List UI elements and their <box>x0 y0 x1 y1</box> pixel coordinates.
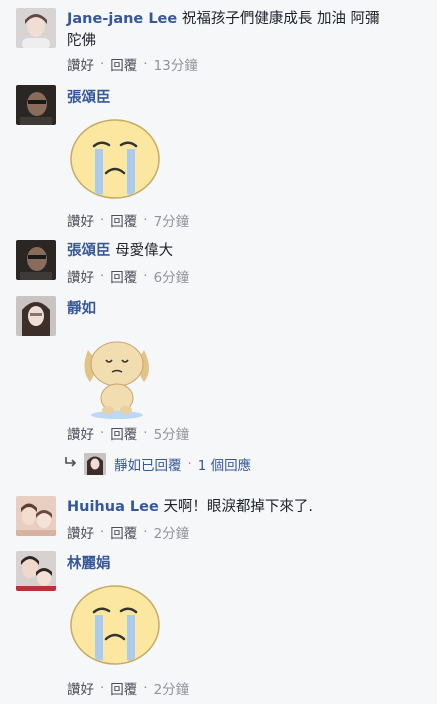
crying-face-sticker <box>68 582 162 670</box>
timestamp[interactable]: 2分鐘 <box>154 678 190 698</box>
separator: · <box>100 680 105 696</box>
separator: · <box>143 56 148 72</box>
like-button[interactable]: 讚好 <box>67 678 94 698</box>
like-button[interactable]: 讚好 <box>67 423 94 443</box>
avatar[interactable] <box>16 551 56 591</box>
comment-text: 陀佛 <box>67 33 96 49</box>
comment-author[interactable]: Jane-jane Lee <box>67 11 177 27</box>
comment-body: Jane-jane Lee 祝福孩子們健康成長 加油 阿彌 陀佛 <box>67 8 427 52</box>
comment-actions: 讚好 · 回覆 · 2分鐘 <box>67 522 189 542</box>
sad-puppy-sticker <box>78 330 156 424</box>
avatar[interactable] <box>16 85 56 125</box>
comment-body: 張頌臣 母愛偉大 <box>67 240 173 262</box>
comment-actions: 讚好 · 回覆 · 13分鐘 <box>67 54 198 74</box>
reply-button[interactable]: 回覆 <box>110 54 137 74</box>
separator: · <box>143 680 148 696</box>
comment-body: Huihua Lee 天啊！眼淚都掉下來了. <box>67 496 313 518</box>
separator: · <box>100 56 105 72</box>
separator: · <box>187 456 192 472</box>
separator: · <box>100 524 105 540</box>
crying-face-sticker <box>68 116 162 204</box>
comment-author[interactable]: Huihua Lee <box>67 499 159 515</box>
separator: · <box>143 212 148 228</box>
comment-author[interactable]: 靜如 <box>67 297 96 318</box>
reply-button[interactable]: 回覆 <box>110 423 137 443</box>
timestamp[interactable]: 13分鐘 <box>154 54 198 74</box>
separator: · <box>143 524 148 540</box>
separator: · <box>143 425 148 441</box>
comment-author[interactable]: 張頌臣 <box>67 243 111 259</box>
separator: · <box>143 268 148 284</box>
timestamp[interactable]: 7分鐘 <box>154 210 190 230</box>
comment-actions: 讚好 · 回覆 · 7分鐘 <box>67 210 189 230</box>
avatar[interactable] <box>16 8 56 48</box>
comment-text: 祝福孩子們健康成長 加油 阿彌 <box>181 11 380 27</box>
comment-actions: 讚好 · 回覆 · 6分鐘 <box>67 266 189 286</box>
like-button[interactable]: 讚好 <box>67 522 94 542</box>
timestamp[interactable]: 2分鐘 <box>154 522 190 542</box>
view-replies-link[interactable]: 靜如已回覆 · 1 個回應 <box>64 452 251 476</box>
reply-button[interactable]: 回覆 <box>110 678 137 698</box>
comment-author[interactable]: 林麗娟 <box>67 552 111 573</box>
like-button[interactable]: 讚好 <box>67 54 94 74</box>
comment-text: 母愛偉大 <box>115 243 174 259</box>
reply-button[interactable]: 回覆 <box>110 210 137 230</box>
reply-arrow-icon <box>64 456 78 472</box>
reply-count[interactable]: 1 個回應 <box>198 454 251 474</box>
separator: · <box>100 425 105 441</box>
reply-button[interactable]: 回覆 <box>110 266 137 286</box>
reply-button[interactable]: 回覆 <box>110 522 137 542</box>
comment-author[interactable]: 張頌臣 <box>67 86 111 107</box>
avatar[interactable] <box>16 496 56 536</box>
avatar[interactable] <box>16 296 56 336</box>
comment-actions: 讚好 · 回覆 · 5分鐘 <box>67 423 189 443</box>
comment-actions: 讚好 · 回覆 · 2分鐘 <box>67 678 189 698</box>
separator: · <box>100 212 105 228</box>
replied-by-text: 靜如已回覆 <box>114 458 182 474</box>
separator: · <box>100 268 105 284</box>
avatar[interactable] <box>16 240 56 280</box>
comment-text: 天啊！眼淚都掉下來了. <box>163 499 314 515</box>
like-button[interactable]: 讚好 <box>67 266 94 286</box>
timestamp[interactable]: 5分鐘 <box>154 423 190 443</box>
like-button[interactable]: 讚好 <box>67 210 94 230</box>
avatar <box>84 453 106 475</box>
timestamp[interactable]: 6分鐘 <box>154 266 190 286</box>
